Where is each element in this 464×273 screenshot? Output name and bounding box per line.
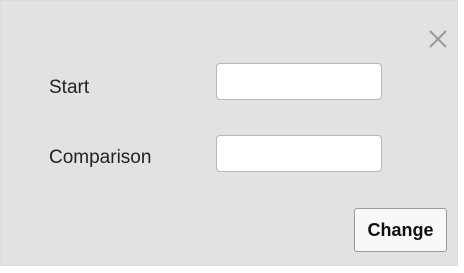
change-dialog: Start Comparison Change	[0, 0, 458, 266]
change-button[interactable]: Change	[354, 208, 447, 252]
start-input[interactable]	[216, 63, 382, 100]
comparison-label: Comparison	[49, 147, 152, 168]
start-label: Start	[49, 77, 90, 98]
comparison-input[interactable]	[216, 135, 382, 172]
close-icon[interactable]	[427, 28, 449, 50]
